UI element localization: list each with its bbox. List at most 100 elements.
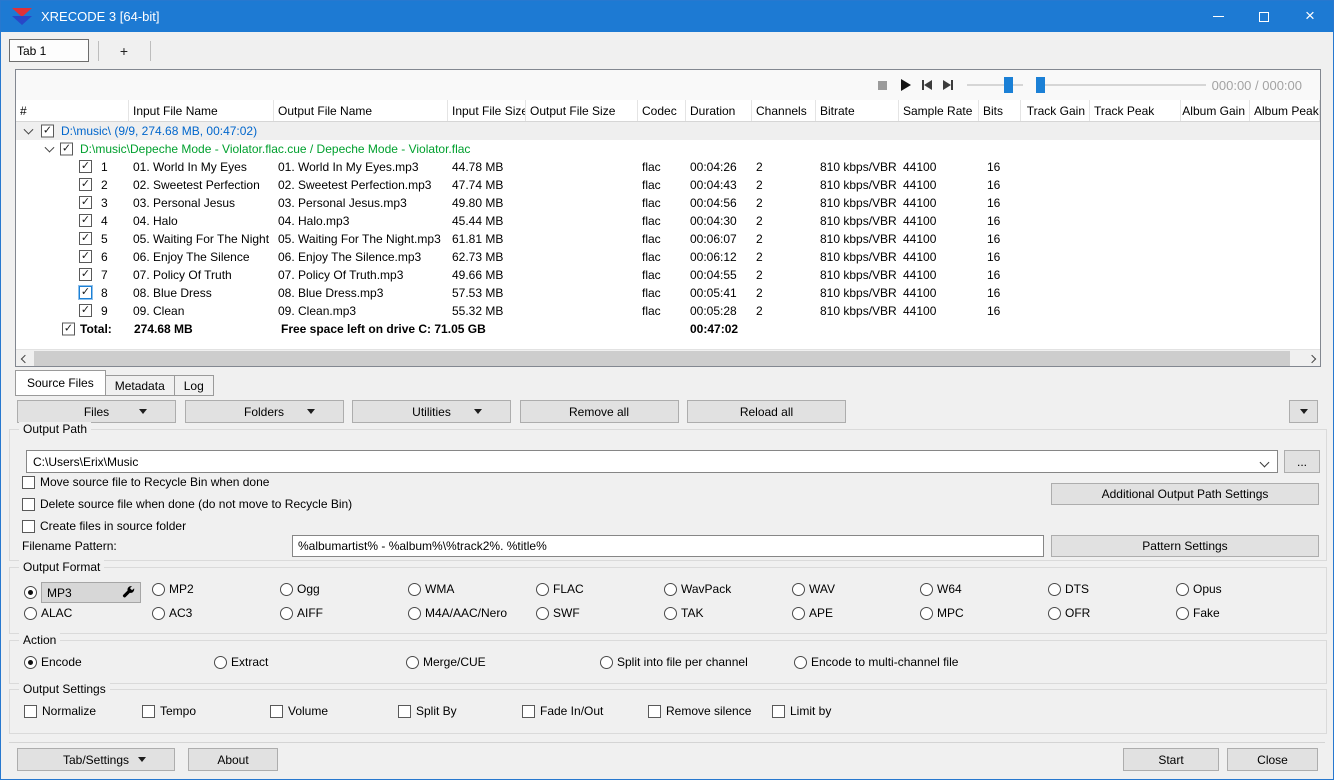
column-header-input-file-size[interactable]: Input File Size	[448, 100, 526, 121]
option-checkbox-move-source-file[interactable]: Move source file to Recycle Bin when don…	[22, 475, 269, 489]
action-radio-encode[interactable]: Encode	[24, 655, 82, 669]
column-header-album-gain[interactable]: Album Gain	[1181, 100, 1250, 121]
tab-1[interactable]: Tab 1	[9, 39, 89, 62]
row-checkbox[interactable]	[79, 178, 92, 191]
setting-checkbox-remove-silence[interactable]: Remove silence	[648, 704, 751, 718]
format-radio-mpc[interactable]: MPC	[920, 606, 964, 620]
total-checkbox[interactable]	[62, 322, 75, 336]
row-checkbox[interactable]	[79, 214, 92, 227]
format-radio-tak[interactable]: TAK	[664, 606, 703, 620]
seek-slider-handle[interactable]	[1036, 77, 1045, 93]
group-checkbox[interactable]	[41, 124, 54, 138]
option-checkbox-create-files-in[interactable]: Create files in source folder	[22, 519, 186, 533]
view-tab-log[interactable]: Log	[173, 375, 214, 396]
row-checkbox[interactable]	[79, 250, 92, 263]
table-row[interactable]: 9 09. Clean 09. Clean.mp3 55.32 MB flac 00:05…	[16, 302, 1320, 320]
format-radio-ape[interactable]: APE	[792, 606, 833, 620]
column-header-sample-rate[interactable]: Sample Rate	[899, 100, 979, 121]
seek-slider[interactable]	[1036, 77, 1206, 93]
setting-checkbox-tempo[interactable]: Tempo	[142, 704, 196, 718]
minimize-button[interactable]	[1195, 1, 1241, 32]
table-row[interactable]: 1 01. World In My Eyes 01. World In My Eye…	[16, 158, 1320, 176]
table-group-row[interactable]: D:\music\ (9/9, 274.68 MB, 00:47:02)	[16, 122, 1320, 140]
column-header-track-peak[interactable]: Track Peak	[1090, 100, 1181, 121]
combo-arrow-icon[interactable]	[1259, 457, 1270, 468]
scroll-left-icon[interactable]	[20, 354, 29, 363]
format-radio-swf[interactable]: SWF	[536, 606, 580, 620]
scrollbar-thumb[interactable]	[34, 351, 1290, 366]
more-options-dropdown-button[interactable]	[1289, 400, 1318, 423]
setting-checkbox-limit-by[interactable]: Limit by	[772, 704, 831, 718]
row-checkbox[interactable]	[78, 285, 93, 300]
format-radio-flac[interactable]: FLAC	[536, 582, 584, 596]
maximize-button[interactable]	[1241, 1, 1287, 32]
column-header-album-peak[interactable]: Album Peak	[1250, 100, 1320, 121]
volume-slider-handle[interactable]	[1004, 77, 1013, 93]
horizontal-scrollbar[interactable]	[16, 349, 1320, 366]
previous-track-button[interactable]	[919, 77, 935, 93]
column-header-channels[interactable]: Channels	[752, 100, 816, 121]
toolbar-button-folders[interactable]: Folders	[184, 400, 344, 423]
column-header--[interactable]: #	[16, 100, 129, 121]
close-button[interactable]: ×	[1287, 1, 1333, 32]
action-radio-extract[interactable]: Extract	[214, 655, 268, 669]
format-radio-fake[interactable]: Fake	[1176, 606, 1220, 620]
tab-settings-button[interactable]: Tab/Settings	[17, 748, 175, 771]
column-header-input-file-name[interactable]: Input File Name	[129, 100, 274, 121]
format-radio-ac3[interactable]: AC3	[152, 606, 192, 620]
table-row[interactable]: 4 04. Halo 04. Halo.mp3 45.44 MB flac 00:04:3…	[16, 212, 1320, 230]
column-header-bitrate[interactable]: Bitrate	[816, 100, 899, 121]
option-checkbox-delete-source-file[interactable]: Delete source file when done (do not mov…	[22, 497, 352, 511]
output-path-combobox[interactable]: C:\Users\Erix\Music	[26, 450, 1278, 473]
toolbar-button-reload-all[interactable]: Reload all	[687, 400, 846, 423]
volume-slider[interactable]	[967, 77, 1023, 93]
format-radio-opus[interactable]: Opus	[1176, 582, 1222, 596]
view-tab-metadata[interactable]: Metadata	[104, 375, 175, 396]
format-radio-ofr[interactable]: OFR	[1048, 606, 1090, 620]
browse-button[interactable]: ...	[1284, 450, 1320, 473]
format-radio-ogg[interactable]: Ogg	[280, 582, 320, 596]
format-radio-m4a-aac-nero[interactable]: M4A/AAC/Nero	[408, 606, 507, 620]
format-radio-wav[interactable]: WAV	[792, 582, 835, 596]
column-header-bits[interactable]: Bits	[979, 100, 1021, 121]
setting-checkbox-split-by[interactable]: Split By	[398, 704, 457, 718]
column-header-duration[interactable]: Duration	[686, 100, 752, 121]
format-radio-dts[interactable]: DTS	[1048, 582, 1089, 596]
row-checkbox[interactable]	[79, 160, 92, 173]
format-radio-aiff[interactable]: AIFF	[280, 606, 323, 620]
expand-chevron-icon[interactable]	[23, 124, 34, 135]
wrench-icon[interactable]	[122, 585, 135, 601]
setting-checkbox-fade-in-out[interactable]: Fade In/Out	[522, 704, 603, 718]
table-row[interactable]: 3 03. Personal Jesus 03. Personal Jesus.mp…	[16, 194, 1320, 212]
row-checkbox[interactable]	[79, 196, 92, 209]
play-button[interactable]	[898, 77, 914, 93]
action-radio-split-into-file-per-channel[interactable]: Split into file per channel	[600, 655, 748, 669]
start-button[interactable]: Start	[1123, 748, 1219, 771]
toolbar-button-remove-all[interactable]: Remove all	[519, 400, 679, 423]
add-tab-button[interactable]: +	[101, 39, 147, 62]
filename-pattern-input[interactable]	[292, 535, 1044, 557]
table-row[interactable]: 5 05. Waiting For The Night 05. Waiting Fo…	[16, 230, 1320, 248]
format-radio-w64[interactable]: W64	[920, 582, 962, 596]
row-checkbox[interactable]	[79, 304, 92, 317]
column-header-track-gain[interactable]: Track Gain	[1021, 100, 1090, 121]
action-radio-merge-cue[interactable]: Merge/CUE	[406, 655, 486, 669]
expand-chevron-icon[interactable]	[44, 142, 55, 153]
table-row[interactable]: 7 07. Policy Of Truth 07. Policy Of Truth.…	[16, 266, 1320, 284]
stop-button[interactable]	[874, 77, 890, 93]
row-checkbox[interactable]	[79, 268, 92, 281]
about-button[interactable]: About	[188, 748, 278, 771]
next-track-button[interactable]	[940, 77, 956, 93]
setting-checkbox-normalize[interactable]: Normalize	[24, 704, 96, 718]
column-header-codec[interactable]: Codec	[638, 100, 686, 121]
format-radio-wma[interactable]: WMA	[408, 582, 454, 596]
action-radio-encode-to-multi-channel-file[interactable]: Encode to multi-channel file	[794, 655, 958, 669]
close-app-button[interactable]: Close	[1227, 748, 1318, 771]
column-header-output-file-size[interactable]: Output File Size	[526, 100, 638, 121]
table-row[interactable]: 6 06. Enjoy The Silence 06. Enjoy The Sile…	[16, 248, 1320, 266]
table-subgroup-row[interactable]: D:\music\Depeche Mode - Violator.flac.cu…	[16, 140, 1320, 158]
subgroup-checkbox[interactable]	[60, 142, 73, 156]
column-header-output-file-name[interactable]: Output File Name	[274, 100, 448, 121]
table-row[interactable]: 8 08. Blue Dress 08. Blue Dress.mp3 57.53 M…	[16, 284, 1320, 302]
format-radio-mp2[interactable]: MP2	[152, 582, 194, 596]
